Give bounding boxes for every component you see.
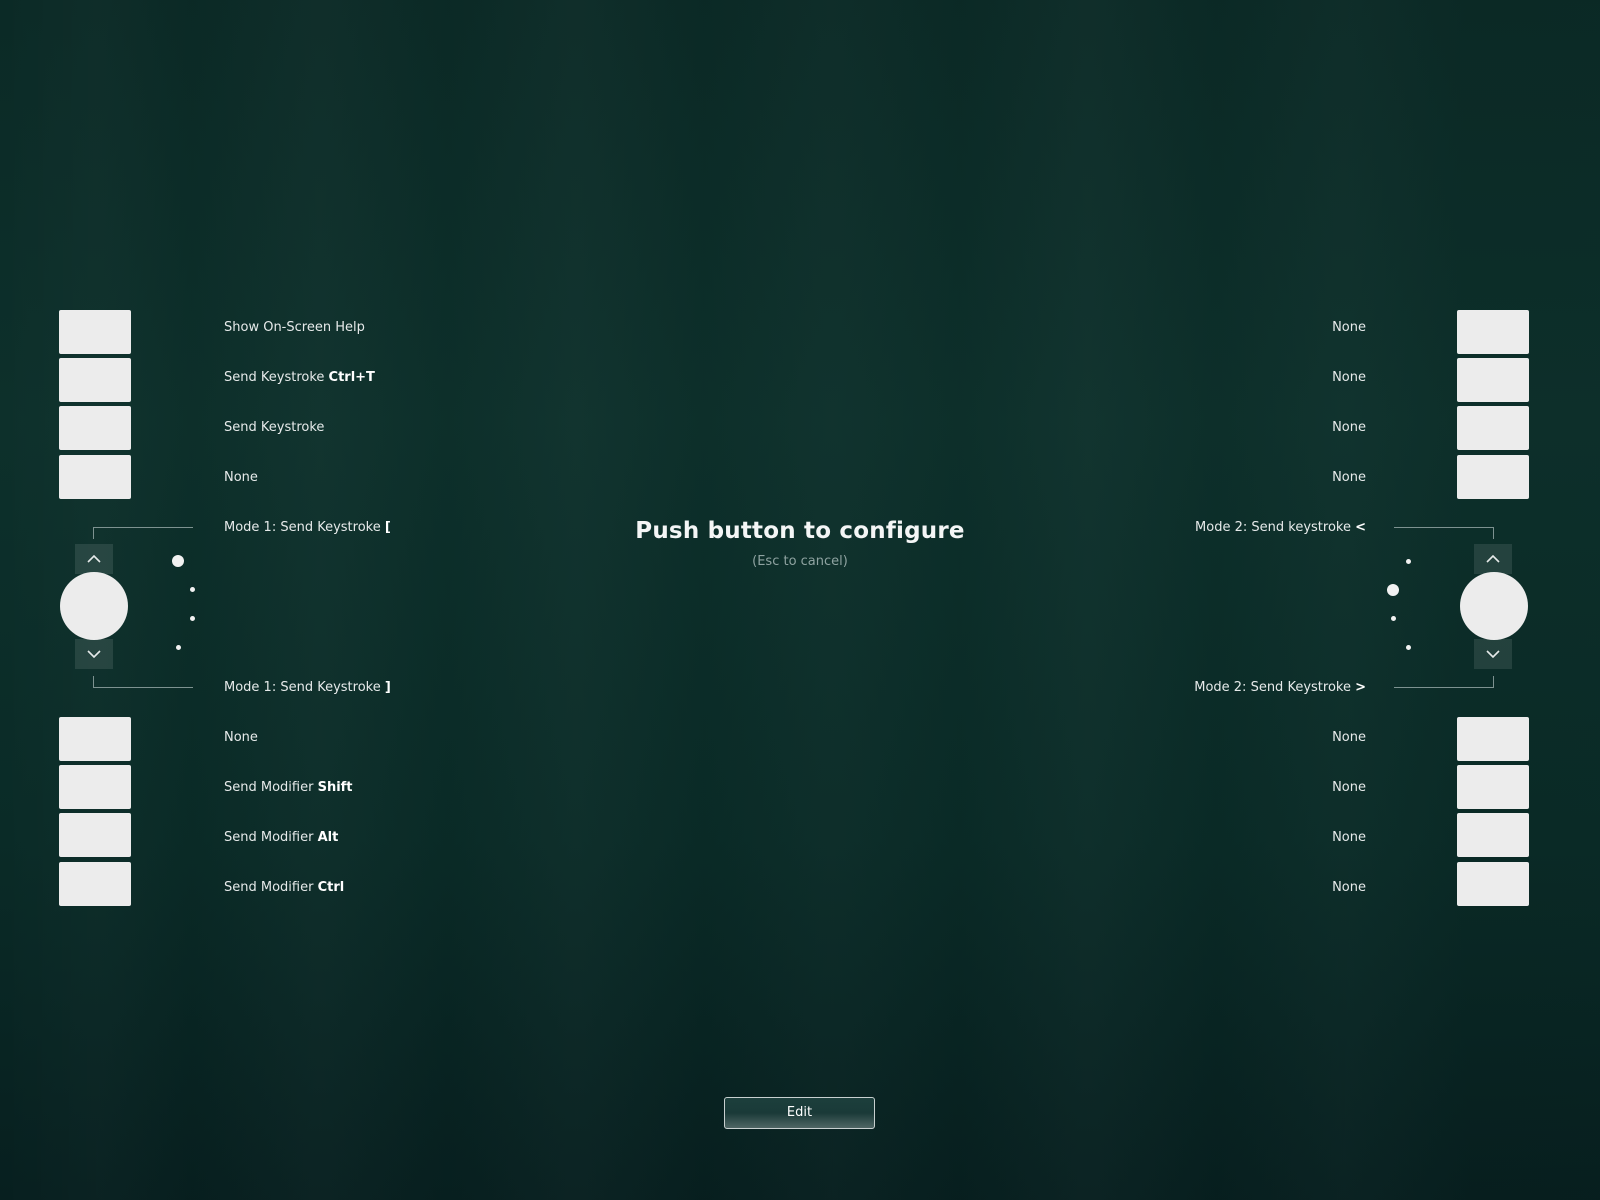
label-text: None — [1332, 730, 1366, 745]
right-button-7-label[interactable]: None — [1332, 830, 1366, 846]
left-button-2[interactable] — [59, 358, 131, 402]
label-text: None — [1332, 420, 1366, 435]
label-key: Ctrl — [317, 880, 345, 895]
label-text: None — [1332, 320, 1366, 335]
right-button-7[interactable] — [1457, 813, 1529, 857]
label-text: Send Modifier — [224, 780, 318, 795]
right-button-4-label[interactable]: None — [1332, 470, 1366, 486]
right-wheel-up-button[interactable] — [1474, 544, 1512, 574]
left-wheel-up-button[interactable] — [75, 544, 113, 574]
right-wheel-down-button[interactable] — [1474, 639, 1512, 669]
right-mode-indicator-4 — [1406, 645, 1411, 650]
right-button-5[interactable] — [1457, 717, 1529, 761]
left-button-1[interactable] — [59, 310, 131, 354]
right-button-1[interactable] — [1457, 310, 1529, 354]
chevron-up-icon — [87, 555, 101, 563]
right-button-8[interactable] — [1457, 862, 1529, 906]
left-button-5-label[interactable]: None — [224, 730, 258, 746]
label-key: ] — [384, 680, 391, 695]
label-text: Mode 2: Send keystroke — [1195, 520, 1356, 535]
label-text: None — [1332, 470, 1366, 485]
left-button-4-label[interactable]: None — [224, 470, 258, 486]
right-wheel-up-label[interactable]: Mode 2: Send keystroke < — [1195, 520, 1366, 536]
left-button-7-label[interactable]: Send Modifier Alt — [224, 830, 338, 846]
chevron-down-icon — [87, 650, 101, 658]
label-key: < — [1355, 520, 1366, 535]
left-button-6[interactable] — [59, 765, 131, 809]
left-mode-indicator-3 — [190, 616, 195, 621]
label-text: None — [224, 470, 258, 485]
left-button-8[interactable] — [59, 862, 131, 906]
left-wheel-up-bracket — [93, 527, 193, 539]
left-button-8-label[interactable]: Send Modifier Ctrl — [224, 880, 344, 896]
right-button-2[interactable] — [1457, 358, 1529, 402]
label-text: None — [1332, 880, 1366, 895]
left-button-7[interactable] — [59, 813, 131, 857]
right-button-6-label[interactable]: None — [1332, 780, 1366, 796]
left-button-2-label[interactable]: Send Keystroke Ctrl+T — [224, 370, 375, 386]
right-mode-indicator-1 — [1406, 559, 1411, 564]
label-key: Ctrl+T — [328, 370, 375, 385]
right-touch-wheel[interactable] — [1460, 572, 1528, 640]
label-text: Mode 1: Send Keystroke — [224, 680, 385, 695]
label-key: > — [1355, 680, 1366, 695]
label-text: None — [1332, 780, 1366, 795]
label-text: Mode 2: Send Keystroke — [1194, 680, 1356, 695]
right-wheel-down-label[interactable]: Mode 2: Send Keystroke > — [1194, 680, 1366, 696]
label-key: Alt — [317, 830, 339, 845]
label-text: Send Keystroke — [224, 420, 325, 435]
left-button-3[interactable] — [59, 406, 131, 450]
label-key: Shift — [317, 780, 353, 795]
right-button-2-label[interactable]: None — [1332, 370, 1366, 386]
label-text: Send Modifier — [224, 830, 318, 845]
left-button-4[interactable] — [59, 455, 131, 499]
right-button-6[interactable] — [1457, 765, 1529, 809]
edit-button[interactable]: Edit — [724, 1097, 875, 1129]
left-button-1-label[interactable]: Show On-Screen Help — [224, 320, 365, 336]
left-mode-indicator-2 — [190, 587, 195, 592]
right-button-5-label[interactable]: None — [1332, 730, 1366, 746]
left-button-5[interactable] — [59, 717, 131, 761]
right-button-1-label[interactable]: None — [1332, 320, 1366, 336]
label-text: Send Keystroke — [224, 370, 329, 385]
left-wheel-up-label[interactable]: Mode 1: Send Keystroke [ — [224, 520, 391, 536]
right-mode-indicator-3 — [1391, 616, 1396, 621]
left-mode-indicator-4 — [176, 645, 181, 650]
label-text: Mode 1: Send Keystroke — [224, 520, 385, 535]
label-text: None — [1332, 830, 1366, 845]
chevron-down-icon — [1486, 650, 1500, 658]
left-wheel-down-bracket — [93, 676, 193, 688]
chevron-up-icon — [1486, 555, 1500, 563]
label-text: None — [224, 730, 258, 745]
right-wheel-down-bracket — [1394, 676, 1494, 688]
left-wheel-down-label[interactable]: Mode 1: Send Keystroke ] — [224, 680, 391, 696]
cancel-hint: (Esc to cancel) — [752, 554, 848, 569]
right-button-4[interactable] — [1457, 455, 1529, 499]
label-key: [ — [384, 520, 391, 535]
left-button-6-label[interactable]: Send Modifier Shift — [224, 780, 353, 796]
label-text: Show On-Screen Help — [224, 320, 365, 335]
left-mode-indicator-1 — [172, 555, 184, 567]
label-text: Send Modifier — [224, 880, 318, 895]
right-button-3[interactable] — [1457, 406, 1529, 450]
right-button-8-label[interactable]: None — [1332, 880, 1366, 896]
left-touch-wheel[interactable] — [60, 572, 128, 640]
right-mode-indicator-2 — [1387, 584, 1399, 596]
label-text: None — [1332, 370, 1366, 385]
right-wheel-up-bracket — [1394, 527, 1494, 539]
right-button-3-label[interactable]: None — [1332, 420, 1366, 436]
left-wheel-down-button[interactable] — [75, 639, 113, 669]
left-button-3-label[interactable]: Send Keystroke — [224, 420, 324, 436]
